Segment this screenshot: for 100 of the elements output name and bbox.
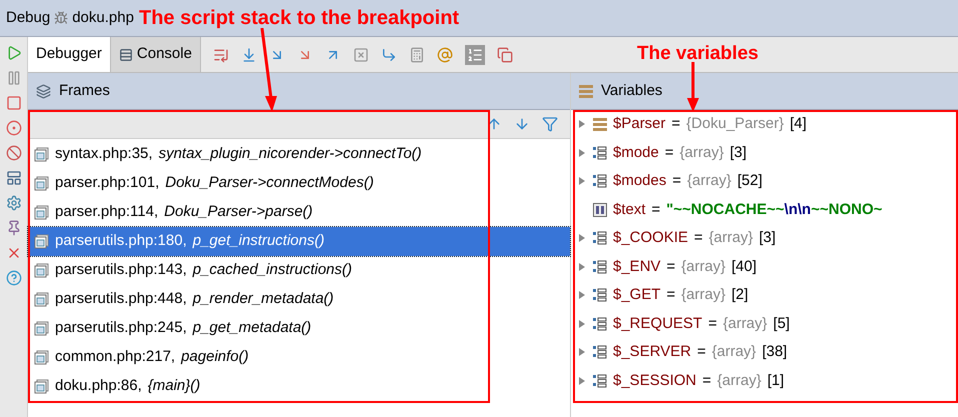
watch-icon[interactable] — [436, 46, 453, 62]
frame-row[interactable]: common.php:217, pageinfo() — [28, 343, 570, 372]
frame-function: p_cached_instructions() — [192, 260, 352, 280]
array-icon — [593, 345, 607, 360]
variable-count: [5] — [773, 314, 790, 334]
frame-icon — [34, 321, 49, 336]
variable-name: $_GET — [613, 285, 661, 305]
frame-icon — [34, 379, 49, 394]
frame-location: common.php:217, — [55, 347, 176, 368]
frame-row[interactable]: doku.php:86, {main}() — [28, 372, 570, 401]
annotation-text: The script stack to the breakpoint — [139, 6, 460, 31]
expand-icon[interactable] — [577, 376, 587, 386]
array-icon — [593, 231, 607, 246]
bug-icon — [54, 11, 68, 25]
expand-icon[interactable] — [577, 119, 587, 130]
panel-title: Frames — [59, 80, 110, 101]
variable-count: [3] — [759, 228, 776, 248]
tab[interactable]: Console — [110, 37, 201, 72]
frame-row[interactable]: parserutils.php:143, p_cached_instructions() — [28, 256, 570, 285]
variable-name: $_ENV — [613, 256, 661, 276]
filter-icon[interactable] — [542, 116, 558, 132]
array-icon — [593, 146, 607, 160]
variable-count: [38] — [762, 342, 788, 362]
resume-icon[interactable] — [6, 45, 22, 61]
pin-icon[interactable] — [6, 220, 22, 236]
variable-name: $_COOKIE — [613, 228, 688, 248]
frame-location: parserutils.php:448, — [55, 289, 187, 310]
window-title: Debug — [6, 8, 50, 28]
frame-function: {main}() — [148, 376, 200, 396]
string-icon — [593, 202, 607, 217]
array-icon — [593, 316, 607, 331]
step-over-icon[interactable] — [240, 46, 257, 62]
frame-location: doku.php:86, — [55, 376, 142, 396]
settings-icon[interactable] — [6, 195, 22, 211]
tab[interactable]: Debugger — [28, 37, 110, 72]
variable-count: [3] — [730, 142, 747, 162]
frame-row[interactable]: parserutils.php:245, p_get_metadata() — [28, 314, 570, 343]
frame-row[interactable]: parserutils.php:180, p_get_instructions() — [28, 227, 570, 256]
expand-icon[interactable] — [577, 176, 587, 186]
list-icon[interactable] — [466, 46, 483, 62]
equals-sign: = — [697, 342, 706, 362]
array-icon — [593, 374, 607, 388]
frame-icon — [34, 350, 49, 365]
variable-count: [1] — [767, 370, 784, 390]
breakpoints-icon[interactable] — [6, 120, 22, 136]
frame-row[interactable]: syntax.php:35, syntax_plugin_nicorender->connectTo() — [28, 140, 570, 169]
frames-icon — [36, 84, 51, 98]
frame-function: p_get_metadata() — [192, 318, 312, 338]
variable-type: {array} — [717, 370, 762, 390]
frame-location: parserutils.php:143, — [55, 260, 187, 280]
down-icon[interactable] — [514, 116, 530, 132]
expand-icon[interactable] — [577, 262, 587, 272]
frame-function: syntax_plugin_nicorender->connectTo() — [158, 144, 422, 164]
variable-name: $text — [613, 200, 646, 220]
object-icon — [593, 118, 607, 131]
equals-sign: = — [708, 314, 717, 334]
variable-value: "~~NOCACHE~~\n\n~~NONO~ — [666, 200, 882, 220]
expand-icon[interactable] — [577, 290, 587, 300]
frame-function: Doku_Parser->connectModes() — [165, 173, 374, 194]
frame-row[interactable]: parserutils.php:448, p_render_metadata() — [28, 285, 570, 314]
frame-row[interactable]: parser.php:114, Doku_Parser->parse() — [28, 198, 570, 227]
expand-icon[interactable] — [577, 347, 587, 358]
help-icon[interactable] — [6, 270, 22, 286]
mute-icon[interactable] — [6, 145, 22, 161]
layout-icon[interactable] — [6, 170, 22, 186]
stop-icon[interactable] — [6, 95, 22, 111]
array-icon — [593, 288, 607, 302]
frame-icon — [34, 176, 49, 191]
variable-count: [2] — [732, 285, 748, 305]
expand-icon[interactable] — [577, 318, 587, 329]
equals-sign: = — [694, 228, 703, 248]
variable-type: {array} — [687, 171, 732, 191]
equals-sign: = — [664, 142, 674, 162]
frame-icon — [34, 263, 49, 278]
frame-icon — [34, 205, 49, 220]
equals-sign: = — [702, 370, 712, 390]
frame-location: parserutils.php:245, — [55, 318, 187, 338]
variable-name: $Parser — [613, 114, 666, 134]
file-name: doku.php — [72, 8, 134, 28]
frame-row[interactable]: parser.php:101, Doku_Parser->connectModes() — [28, 169, 570, 198]
annotation-arrow — [686, 62, 700, 112]
variable-type: {array} — [680, 142, 724, 162]
array-icon — [593, 174, 607, 188]
restore-layout-icon[interactable] — [496, 46, 513, 62]
expand-icon[interactable] — [577, 233, 587, 244]
evaluate-icon[interactable] — [408, 46, 425, 62]
frame-function: p_get_instructions() — [192, 231, 324, 252]
frame-location: parserutils.php:180, — [55, 231, 187, 252]
frame-function: p_render_metadata() — [192, 289, 334, 310]
variable-type: {array} — [681, 256, 726, 276]
variable-type: {Doku_Parser} — [686, 114, 784, 134]
pause-icon[interactable] — [6, 70, 22, 86]
variable-count: [52] — [737, 171, 762, 191]
expand-icon[interactable] — [577, 148, 587, 158]
annotation-text: The variables — [637, 42, 758, 66]
equals-sign: = — [666, 285, 676, 305]
frame-icon — [34, 234, 49, 249]
variable-type: {array} — [722, 314, 768, 334]
frame-icon — [34, 147, 49, 162]
variable-name: $_REQUEST — [613, 314, 702, 334]
